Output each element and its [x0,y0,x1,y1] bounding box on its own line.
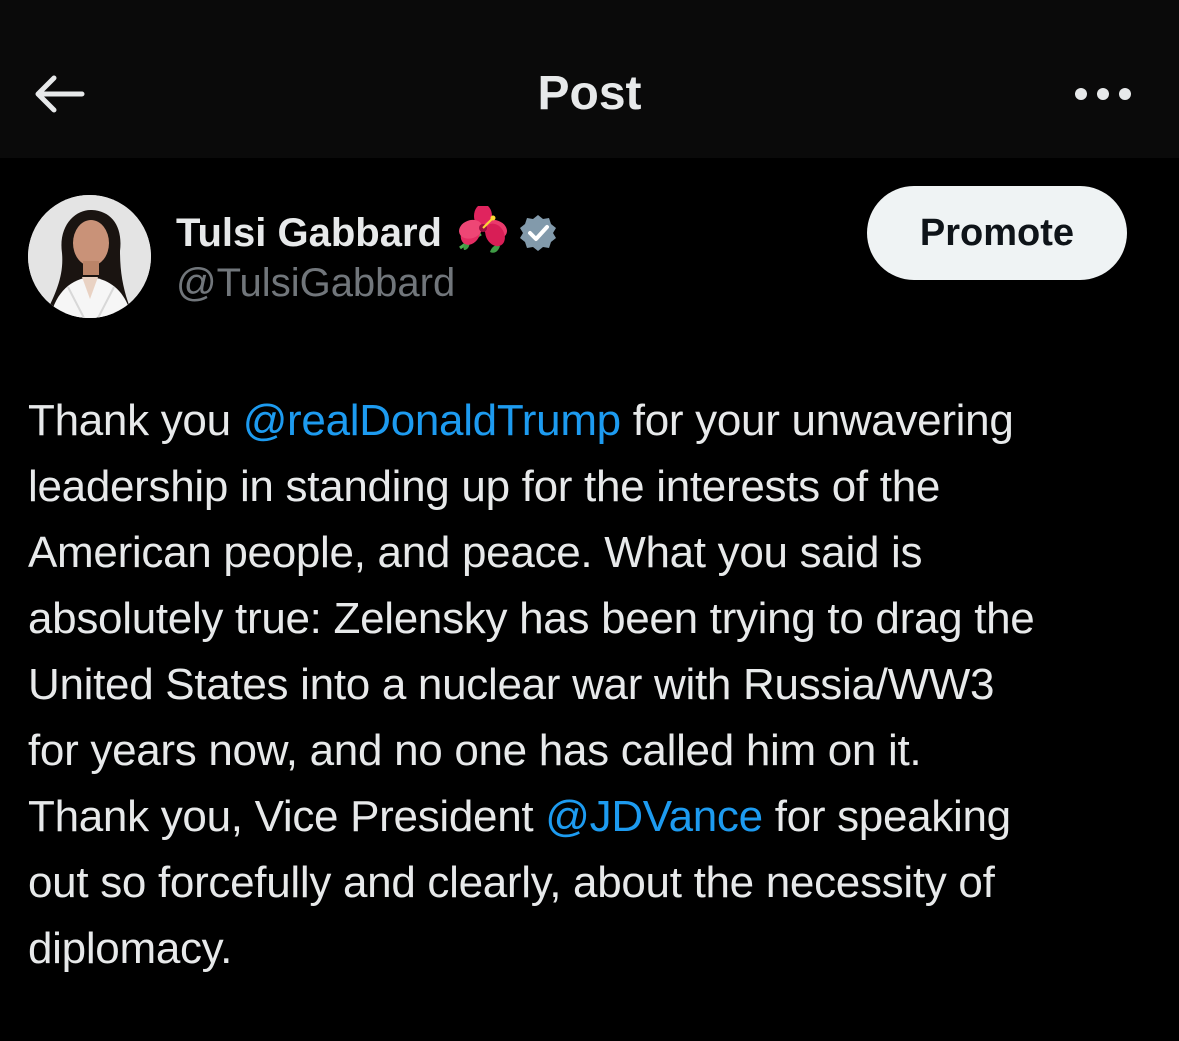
post-line: Thank you @realDonaldTrump for your unwa… [28,388,1158,454]
verified-badge-icon [518,213,558,253]
author-handle[interactable]: @TulsiGabbard [176,259,455,307]
top-bar: Post [0,0,1179,158]
more-options-button[interactable] [1067,66,1139,122]
text-segment: Thank you [28,396,243,445]
promote-button[interactable]: Promote [867,186,1127,280]
text-segment: for your unwavering [620,396,1014,445]
mention-link[interactable]: @JDVance [545,792,763,841]
display-name: Tulsi Gabbard [176,210,442,255]
avatar[interactable] [28,195,151,318]
text-segment: Thank you, Vice President [28,792,546,841]
post-line: out so forcefully and clearly, about the… [28,858,995,907]
more-horizontal-icon [1075,88,1131,100]
page-title: Post [537,67,642,120]
author-name-line[interactable]: Tulsi Gabbard [176,204,558,260]
post-line: leadership in standing up for the intere… [28,462,941,511]
avatar-image [28,195,151,318]
back-button[interactable] [22,62,94,126]
post-text: Thank you @realDonaldTrump for your unwa… [28,388,1158,982]
post-line: American people, and peace. What you sai… [28,528,923,577]
mention-link[interactable]: @realDonaldTrump [243,396,621,445]
post-line: absolutely true: Zelensky has been tryin… [28,594,1035,643]
text-segment: for speaking [762,792,1011,841]
post-line: United States into a nuclear war with Ru… [28,660,995,709]
arrow-left-icon [35,75,85,113]
post-line: diplomacy. [28,924,233,973]
post-line: for years now, and no one has called him… [28,726,922,775]
hibiscus-icon [454,204,508,260]
post-line: Thank you, Vice President @JDVance for s… [28,784,1158,850]
